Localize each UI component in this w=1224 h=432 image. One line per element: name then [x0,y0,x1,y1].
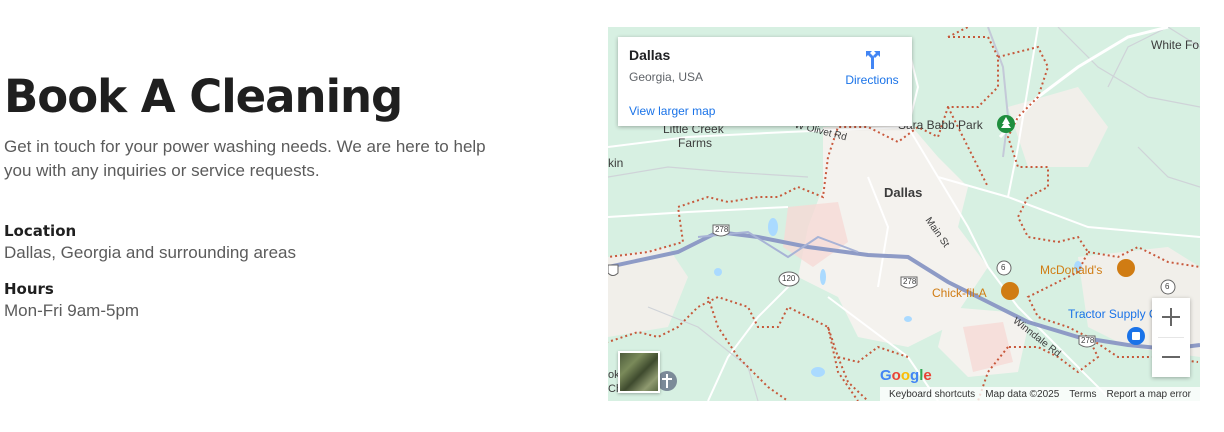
google-logo: Google [880,367,932,384]
map-info-card: Dallas Georgia, USA View larger map Dire… [618,37,912,126]
location-value: Dallas, Georgia and surrounding areas [4,243,297,262]
route-120-label: 120 [782,274,796,283]
terms-link[interactable]: Terms [1069,389,1096,400]
directions-button[interactable]: Directions [840,47,904,91]
map-label-white-fo: White Fo [1151,38,1200,52]
route-278-label-c: 278 [1081,336,1095,345]
map-label-mcdonalds[interactable]: McDonald's [1040,263,1102,277]
intro-text: Get in touch for your power washing need… [4,137,486,180]
location-label: Location [4,222,77,240]
route-278-label-a: 278 [715,225,729,234]
directions-icon [866,51,880,69]
route-6-label-a: 6 [1001,263,1006,272]
route-278-label-b: 278 [903,277,917,286]
place-title: Dallas [629,47,671,63]
map-label-kin: kin [608,156,624,170]
place-subtitle: Georgia, USA [629,70,704,84]
page: Book A Cleaning Get in touch for your po… [0,0,1224,432]
zoom-out-button[interactable] [1152,338,1190,377]
hours-value: Mon-Fri 9am-5pm [4,301,140,320]
minus-icon [1162,356,1180,358]
map-label-little-creek-farms-2: Farms [678,136,712,150]
directions-label: Directions [845,73,899,87]
zoom-in-button[interactable] [1152,298,1190,337]
report-map-error-link[interactable]: Report a map error [1107,389,1191,400]
satellite-toggle[interactable] [618,351,660,393]
map-label-dallas: Dallas [884,185,923,200]
map-data-text: Map data ©2025 [985,388,1060,400]
map-label-chick-fil-a[interactable]: Chick-fil-A [932,286,987,300]
route-6-label-b: 6 [1165,282,1170,291]
keyboard-shortcuts-link[interactable]: Keyboard shortcuts [889,389,975,400]
page-title: Book A Cleaning [4,70,403,123]
map-attribution: Keyboard shortcuts Map data ©2025 Terms … [880,387,1200,401]
embedded-map[interactable]: White Fo Sara Babb Park Little Creek Far… [608,27,1200,401]
map-label-tractor-supply[interactable]: Tractor Supply C [1068,307,1158,321]
hours-label: Hours [4,280,54,298]
view-larger-map-link[interactable]: View larger map [629,104,715,118]
zoom-controls [1152,298,1190,377]
